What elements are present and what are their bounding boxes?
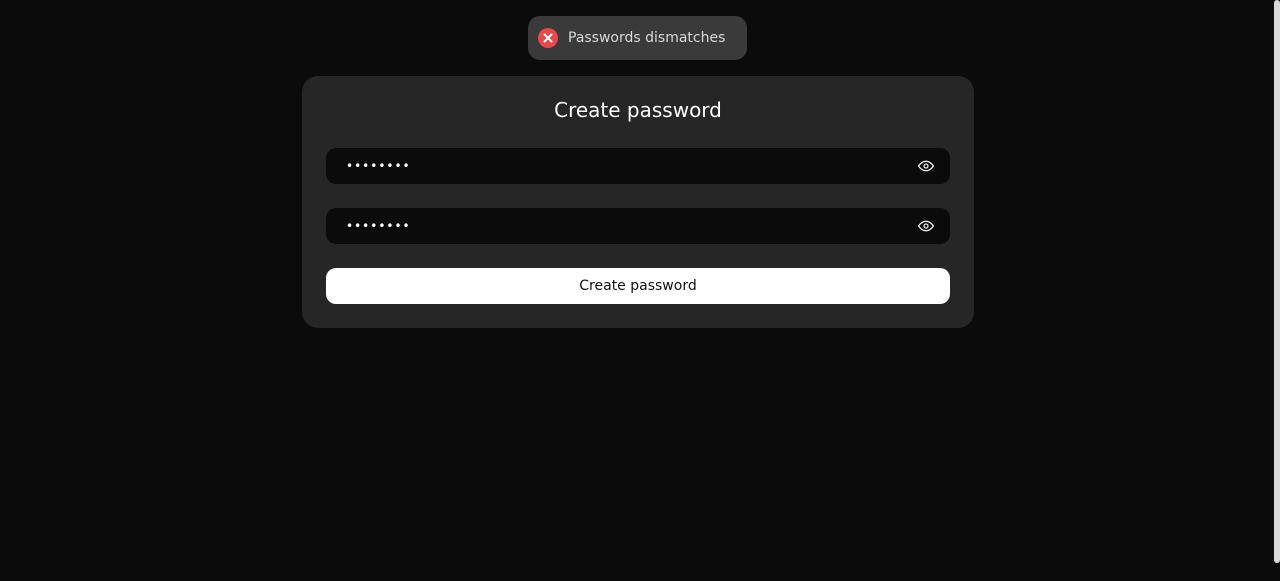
scrollbar[interactable] xyxy=(1274,0,1280,563)
password-field xyxy=(326,148,950,184)
error-toast: Passwords dismatches xyxy=(528,16,747,60)
create-password-card: Create password Create password xyxy=(302,76,974,328)
error-x-icon xyxy=(538,28,558,48)
toast-message: Passwords dismatches xyxy=(568,30,726,46)
confirm-password-input[interactable] xyxy=(326,208,908,244)
confirm-password-field xyxy=(326,208,950,244)
create-password-button[interactable]: Create password xyxy=(326,268,950,304)
show-confirm-password-eye-icon[interactable] xyxy=(908,208,944,244)
page: Passwords dismatches Create password Cre xyxy=(0,0,1280,581)
card-title: Create password xyxy=(554,98,722,122)
show-password-eye-icon[interactable] xyxy=(908,148,944,184)
password-input[interactable] xyxy=(326,148,908,184)
